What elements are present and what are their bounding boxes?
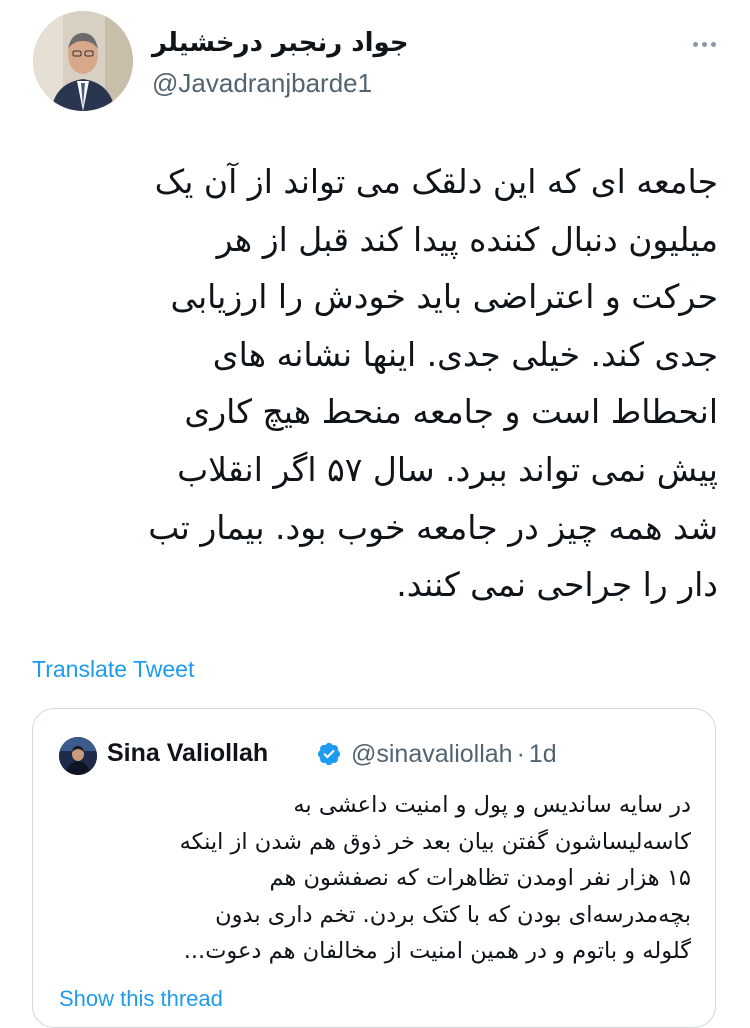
author-display-name[interactable]: جواد رنجبر درخشیلر [152, 28, 409, 58]
more-dot [701, 41, 707, 47]
quoted-tweet[interactable]: Sina Valiollah @sinavaliollah · 1d در سایه… [32, 708, 716, 1028]
tweet-text: جامعه ای که این دلقک می تواند از آن یک م… [148, 162, 718, 605]
quoted-author-meta: @sinavaliollah · 1d [351, 740, 557, 769]
quoted-tweet-text: در سایه ساندیس و پول و امنیت داعشی به کا… [179, 792, 691, 964]
author-handle[interactable]: @Javadranjbarde1 [152, 68, 372, 99]
quoted-author-avatar[interactable] [59, 737, 97, 775]
more-dots-icon[interactable] [684, 32, 724, 56]
quoted-show-thread-link[interactable]: Show this thread [59, 986, 223, 1012]
quoted-tweet-time[interactable]: 1d [529, 740, 557, 768]
tweet-header: جواد رنجبر درخشیلر @Javadranjbarde1 [0, 0, 750, 130]
meta-separator: · [516, 740, 525, 768]
more-dot [710, 41, 716, 47]
translate-tweet-link[interactable]: Translate Tweet [32, 656, 194, 683]
author-avatar[interactable] [33, 11, 133, 111]
quoted-author-handle[interactable]: @sinavaliollah [351, 740, 513, 768]
verified-badge-icon [317, 742, 341, 766]
more-dot [692, 41, 698, 47]
quoted-author-name[interactable]: Sina Valiollah [107, 739, 268, 768]
